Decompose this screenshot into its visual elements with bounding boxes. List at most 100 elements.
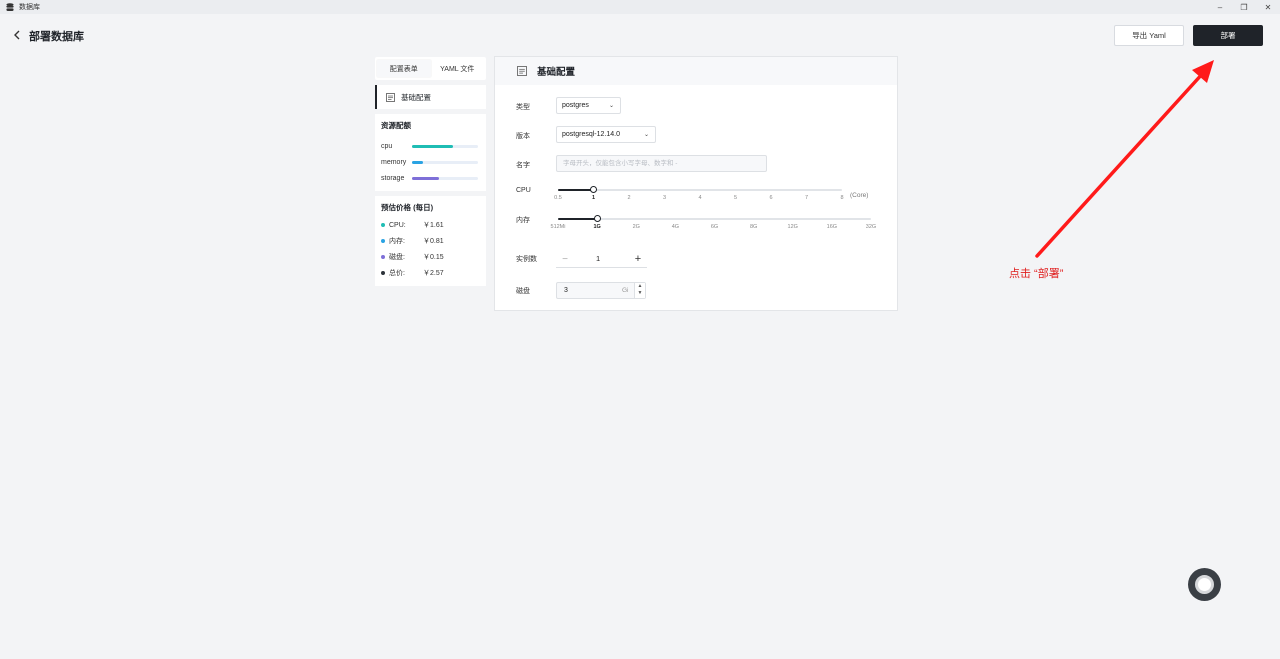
resource-row-memory: memory — [381, 154, 480, 170]
cpu-tick-label[interactable]: 0.5 — [554, 195, 562, 201]
spin-up-icon[interactable]: ▲ — [635, 283, 645, 290]
price-value: ￥1.61 — [423, 222, 444, 229]
memory-slider-thumb[interactable] — [593, 215, 601, 222]
floating-assistant-button[interactable] — [1188, 568, 1221, 601]
type-select-value: postgres — [562, 102, 589, 109]
memory-tick-label[interactable]: 8G — [750, 224, 757, 230]
chevron-down-icon: ⌄ — [608, 103, 614, 109]
price-row: 磁盘: ￥0.15 — [381, 249, 480, 265]
memory-tick-label[interactable]: 12G — [788, 224, 798, 230]
cpu-tick-label[interactable]: 1 — [592, 195, 595, 201]
disk-label: 磁盘 — [516, 288, 530, 295]
cpu-tick-label[interactable]: 7 — [805, 195, 808, 201]
resource-bar — [412, 176, 478, 180]
price-value: ￥0.81 — [423, 238, 444, 245]
price-label: 内存: — [389, 238, 405, 245]
price-label: 磁盘: — [389, 254, 405, 261]
disk-value: 3 — [564, 287, 568, 294]
cpu-slider-thumb[interactable] — [590, 186, 597, 193]
memory-slider[interactable]: 512Mi 1G 2G 4G 6G 8G 12G 16G 32G — [551, 214, 876, 232]
spin-down-icon[interactable]: ▼ — [635, 290, 645, 297]
replicas-label: 实例数 — [516, 256, 537, 263]
increment-button[interactable]: + — [631, 251, 645, 267]
deploy-button[interactable]: 部署 — [1193, 25, 1263, 46]
name-label: 名字 — [516, 162, 530, 169]
version-label: 版本 — [516, 133, 530, 140]
price-row: 总价: ￥2.57 — [381, 265, 480, 281]
memory-tick-label[interactable]: 2G — [633, 224, 640, 230]
decrement-button[interactable]: − — [558, 251, 572, 267]
view-tabs: 配置表单 YAML 文件 — [375, 57, 486, 80]
cpu-tick-label[interactable]: 3 — [663, 195, 666, 201]
replicas-stepper[interactable]: − 1 + — [556, 251, 647, 268]
back-button[interactable] — [9, 27, 25, 43]
price-estimate-card: 预估价格 (每日) CPU: ￥1.61 内存: ￥0.81 磁盘: ￥0.15 总价: ￥2… — [375, 196, 486, 286]
cpu-tick-label[interactable]: 4 — [698, 195, 701, 201]
left-sidebar: 配置表单 YAML 文件 基础配置 资源配额 cpu memory storage … — [375, 57, 486, 286]
disk-input[interactable]: 3 Gi ▲ ▼ — [556, 282, 646, 299]
nav-basic-config[interactable]: 基础配置 — [375, 85, 486, 109]
legend-dot-icon — [381, 255, 385, 259]
name-input[interactable] — [556, 155, 767, 172]
cpu-unit: (Core) — [850, 192, 869, 199]
resource-quota-card: 资源配额 cpu memory storage — [375, 114, 486, 191]
resource-bar — [412, 144, 478, 148]
version-select[interactable]: postgresql-12.14.0 ⌄ — [556, 126, 656, 143]
resource-row-cpu: cpu — [381, 138, 480, 154]
cpu-tick-label[interactable]: 5 — [734, 195, 737, 201]
resource-bar-fill — [412, 176, 440, 180]
version-select-value: postgresql-12.14.0 — [562, 131, 620, 138]
memory-tick-label[interactable]: 16G — [827, 224, 837, 230]
tab-yaml-file[interactable]: YAML 文件 — [431, 60, 485, 77]
memory-tick-label[interactable]: 32G — [866, 224, 876, 230]
price-row: CPU: ￥1.61 — [381, 217, 480, 233]
chevron-down-icon: ⌄ — [643, 132, 649, 138]
memory-tick-label[interactable]: 6G — [711, 224, 718, 230]
window-title: 数据库 — [19, 4, 40, 11]
price-row: 内存: ￥0.81 — [381, 233, 480, 249]
circle-icon — [1195, 575, 1214, 594]
resource-label: storage — [381, 174, 405, 182]
cpu-slider[interactable]: 0.5 1 2 3 4 5 6 7 8 — [554, 185, 844, 203]
chevron-left-icon — [14, 30, 20, 40]
basic-config-panel: 基础配置 类型 postgres ⌄ 版本 postgresql-12.14.0… — [494, 56, 898, 311]
type-label: 类型 — [516, 104, 530, 111]
cpu-tick-label[interactable]: 8 — [840, 195, 843, 201]
memory-tick-label[interactable]: 512Mi — [551, 224, 566, 230]
cpu-label: CPU — [516, 187, 531, 194]
memory-tick-label[interactable]: 1G — [593, 224, 600, 230]
cpu-tick-label[interactable]: 2 — [627, 195, 630, 201]
memory-tick-label[interactable]: 4G — [672, 224, 679, 230]
tab-config-form[interactable]: 配置表单 — [377, 60, 431, 77]
price-estimate-title: 预估价格 (每日) — [381, 203, 434, 212]
annotation-text: 点击 “部署” — [1009, 268, 1064, 280]
export-yaml-button[interactable]: 导出 Yaml — [1114, 25, 1184, 46]
disk-spinner: ▲ ▼ — [634, 283, 645, 298]
type-select[interactable]: postgres ⌄ — [556, 97, 621, 114]
window-controls: – ❐ ✕ — [1208, 0, 1280, 14]
panel-header: 基础配置 — [495, 57, 897, 85]
minimize-icon[interactable]: – — [1208, 0, 1232, 14]
memory-label: 内存 — [516, 217, 530, 224]
resource-bar-fill — [412, 160, 423, 164]
legend-dot-icon — [381, 271, 385, 275]
resource-quota-title: 资源配额 — [381, 121, 411, 130]
resource-bar — [412, 160, 478, 164]
legend-dot-icon — [381, 223, 385, 227]
window-titlebar: 数据库 – ❐ ✕ — [0, 0, 1280, 14]
document-icon — [386, 92, 395, 102]
page-header: 部署数据库 导出 Yaml 部署 — [0, 22, 1280, 48]
price-value: ￥0.15 — [423, 254, 444, 261]
database-icon — [6, 2, 14, 11]
replicas-value: 1 — [596, 254, 601, 263]
resource-label: cpu — [381, 142, 393, 150]
disk-unit: Gi — [622, 287, 629, 294]
resource-label: memory — [381, 158, 407, 166]
nav-basic-config-label: 基础配置 — [401, 92, 431, 102]
resource-bar-fill — [412, 144, 453, 148]
price-label: CPU: — [389, 221, 406, 229]
restore-icon[interactable]: ❐ — [1232, 0, 1256, 14]
close-icon[interactable]: ✕ — [1256, 0, 1280, 14]
cpu-tick-label[interactable]: 6 — [769, 195, 772, 201]
document-icon — [517, 66, 527, 76]
